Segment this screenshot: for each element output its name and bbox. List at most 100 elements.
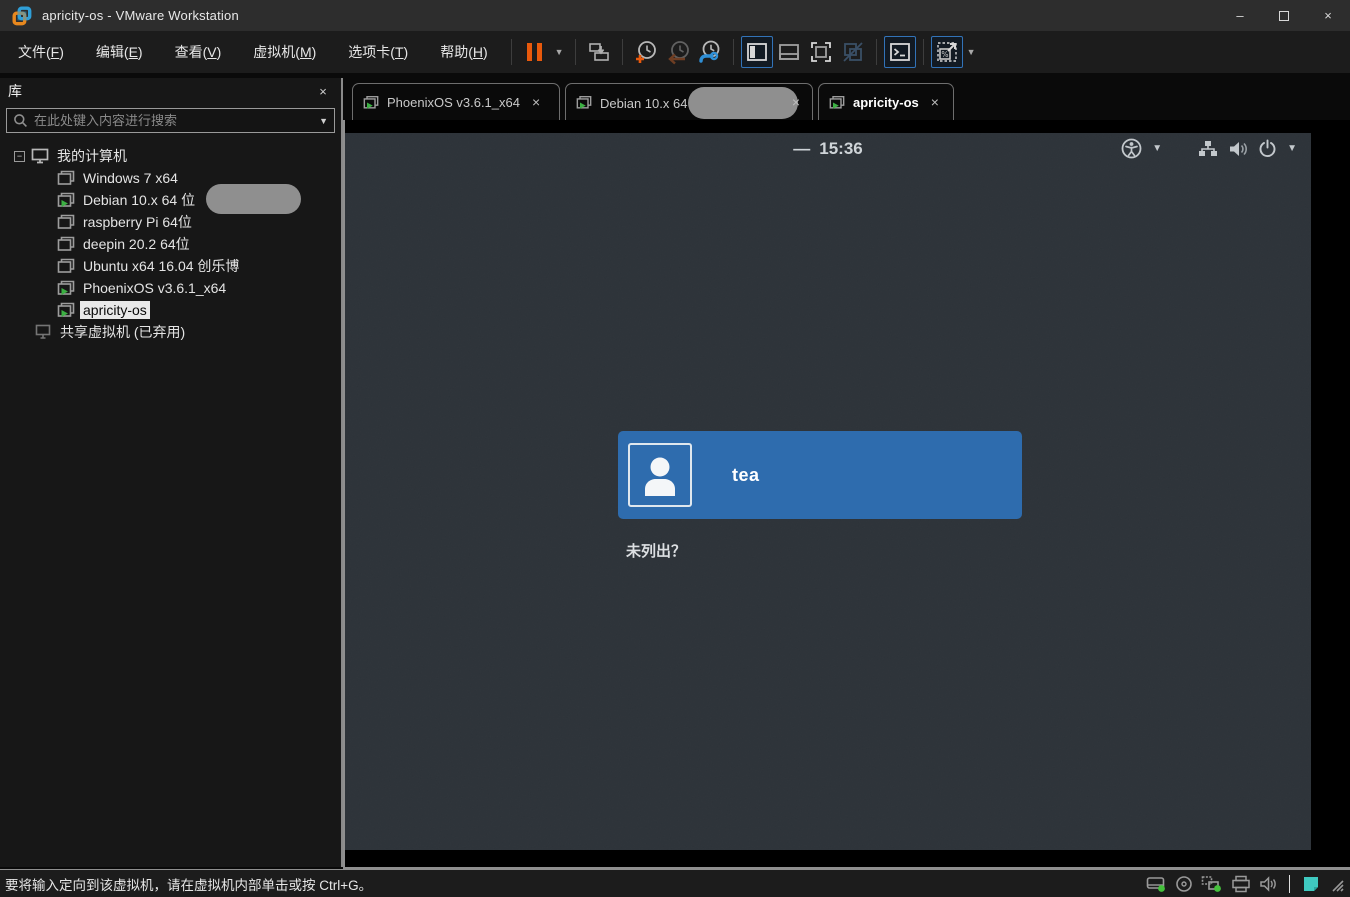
tab-close-icon[interactable]: × xyxy=(790,94,802,110)
vm-running-icon xyxy=(829,95,845,110)
vmware-workstation-window: apricity-os - VMware Workstation – × 文件(… xyxy=(0,0,1350,897)
vm-running-icon xyxy=(57,280,75,296)
accessibility-caret-icon[interactable]: ▼ xyxy=(1152,143,1162,154)
tab-apricity-os[interactable]: apricity-os × xyxy=(818,83,954,120)
tree-node-my-computer[interactable]: − 我的计算机 xyxy=(0,145,341,167)
volume-icon[interactable] xyxy=(1228,140,1248,158)
status-separator xyxy=(1289,875,1290,893)
search-input[interactable] xyxy=(34,113,313,128)
fullscreen-icon xyxy=(809,40,833,64)
show-library-button[interactable] xyxy=(741,36,773,68)
library-header: 库 × xyxy=(0,78,341,104)
menu-vm[interactable]: 虚拟机(M) xyxy=(243,37,326,67)
take-snapshot-button[interactable] xyxy=(630,36,662,68)
title-bar: apricity-os - VMware Workstation – × xyxy=(0,0,1350,31)
redaction-blob xyxy=(206,184,301,214)
tree-node-vm[interactable]: deepin 20.2 64位 xyxy=(0,233,341,255)
minimize-button[interactable]: – xyxy=(1218,0,1262,31)
tab-close-icon[interactable]: × xyxy=(929,94,941,110)
library-search-box[interactable]: ▼ xyxy=(6,108,335,133)
vm-running-icon xyxy=(57,192,75,208)
not-listed-link[interactable]: 未列出？ xyxy=(626,540,686,561)
tree-node-vm-selected[interactable]: apricity-os xyxy=(0,299,341,321)
computer-icon xyxy=(31,148,49,164)
message-log-icon[interactable] xyxy=(1302,875,1320,893)
ctrl-alt-del-icon xyxy=(587,40,611,64)
pause-icon xyxy=(527,43,542,61)
sound-icon[interactable] xyxy=(1259,876,1277,892)
tree-node-vm[interactable]: raspberry Pi 64位 xyxy=(0,211,341,233)
revert-snapshot-icon xyxy=(665,39,691,65)
tab-phoenixos[interactable]: PhoenixOS v3.6.1_x64 × xyxy=(352,83,560,120)
fit-guest-dropdown-caret[interactable]: ▼ xyxy=(963,47,980,57)
redaction-blob xyxy=(688,87,798,119)
pause-dropdown-caret[interactable]: ▼ xyxy=(551,47,568,57)
status-message: 要将输入定向到该虚拟机，请在虚拟机内部单击或按 Ctrl+G。 xyxy=(0,874,1146,894)
gdm-clock[interactable]: — 15:36 xyxy=(793,139,862,159)
vm-pane: PhoenixOS v3.6.1_x64 × Debian 10.x 64 位 … xyxy=(343,74,1350,869)
library-panel: 库 × ▼ − 我的计算机 xyxy=(0,78,343,867)
tree-node-vm[interactable]: PhoenixOS v3.6.1_x64 xyxy=(0,277,341,299)
network-icon[interactable] xyxy=(1198,140,1218,158)
toolbar-separator xyxy=(511,39,512,65)
send-ctrl-alt-del-button[interactable] xyxy=(583,36,615,68)
take-snapshot-icon xyxy=(633,39,659,65)
vmware-logo-icon xyxy=(12,6,32,26)
close-button[interactable]: × xyxy=(1306,0,1350,31)
vm-running-icon xyxy=(363,95,379,110)
vm-icon xyxy=(57,214,75,230)
search-dropdown-caret[interactable]: ▼ xyxy=(313,116,328,126)
fit-guest-button[interactable]: % xyxy=(931,36,963,68)
thumbnail-bar-icon xyxy=(778,41,800,63)
library-close-icon[interactable]: × xyxy=(313,84,333,99)
fullscreen-button[interactable] xyxy=(805,36,837,68)
user-login-button[interactable]: tea xyxy=(618,431,1022,519)
avatar xyxy=(628,443,692,507)
menu-help[interactable]: 帮助(H) xyxy=(430,37,497,67)
vm-running-icon xyxy=(576,95,592,110)
vm-icon xyxy=(57,258,75,274)
tab-close-icon[interactable]: × xyxy=(530,94,542,110)
tree-node-vm[interactable]: Ubuntu x64 16.04 创乐博 xyxy=(0,255,341,277)
console-view-button[interactable] xyxy=(884,36,916,68)
toolbar-separator xyxy=(622,39,623,65)
workspace: 库 × ▼ − 我的计算机 xyxy=(0,74,1350,869)
tab-bar: PhoenixOS v3.6.1_x64 × Debian 10.x 64 位 … xyxy=(343,74,1350,120)
menu-edit[interactable]: 编辑(E) xyxy=(86,37,153,67)
fit-guest-icon: % xyxy=(935,40,959,64)
accessibility-icon[interactable] xyxy=(1121,138,1142,159)
collapse-icon[interactable]: − xyxy=(14,151,25,162)
guest-screen[interactable]: — 15:36 ▼ xyxy=(345,133,1311,850)
menu-file[interactable]: 文件(F) xyxy=(8,37,74,67)
unity-mode-button xyxy=(837,36,869,68)
console-icon xyxy=(889,41,911,63)
gdm-top-bar: — 15:36 ▼ xyxy=(345,133,1311,165)
window-title: apricity-os - VMware Workstation xyxy=(42,8,239,23)
pause-vm-button[interactable] xyxy=(519,36,551,68)
shared-vm-icon xyxy=(34,324,52,340)
menu-toolbar: 文件(F) 编辑(E) 查看(V) 虚拟机(M) 选项卡(T) 帮助(H) ▼ xyxy=(0,31,1350,74)
vm-icon xyxy=(57,170,75,186)
show-thumbnail-bar-button[interactable] xyxy=(773,36,805,68)
toolbar-separator xyxy=(733,39,734,65)
network-adapter-icon[interactable] xyxy=(1201,875,1223,893)
tab-debian[interactable]: Debian 10.x 64 位 × xyxy=(565,83,813,120)
cd-rom-icon[interactable] xyxy=(1175,875,1193,893)
window-controls: – × xyxy=(1218,0,1350,31)
printer-icon[interactable] xyxy=(1231,875,1251,893)
manage-snapshots-button[interactable] xyxy=(694,36,726,68)
menu-view[interactable]: 查看(V) xyxy=(165,37,232,67)
maximize-button[interactable] xyxy=(1262,0,1306,31)
revert-snapshot-button[interactable] xyxy=(662,36,694,68)
menu-tabs[interactable]: 选项卡(T) xyxy=(338,37,418,67)
resize-grip[interactable] xyxy=(1328,876,1344,892)
power-caret-icon[interactable]: ▼ xyxy=(1287,143,1297,154)
username-label: tea xyxy=(732,465,760,486)
hard-disk-icon[interactable] xyxy=(1146,875,1167,893)
unity-mode-icon xyxy=(841,40,865,64)
power-icon[interactable] xyxy=(1258,139,1277,158)
svg-text:%: % xyxy=(941,50,948,59)
tree-node-shared-vms[interactable]: 共享虚拟机 (已弃用) xyxy=(0,321,341,343)
vm-display-area[interactable]: — 15:36 ▼ xyxy=(343,120,1350,869)
user-avatar-icon xyxy=(637,452,683,498)
